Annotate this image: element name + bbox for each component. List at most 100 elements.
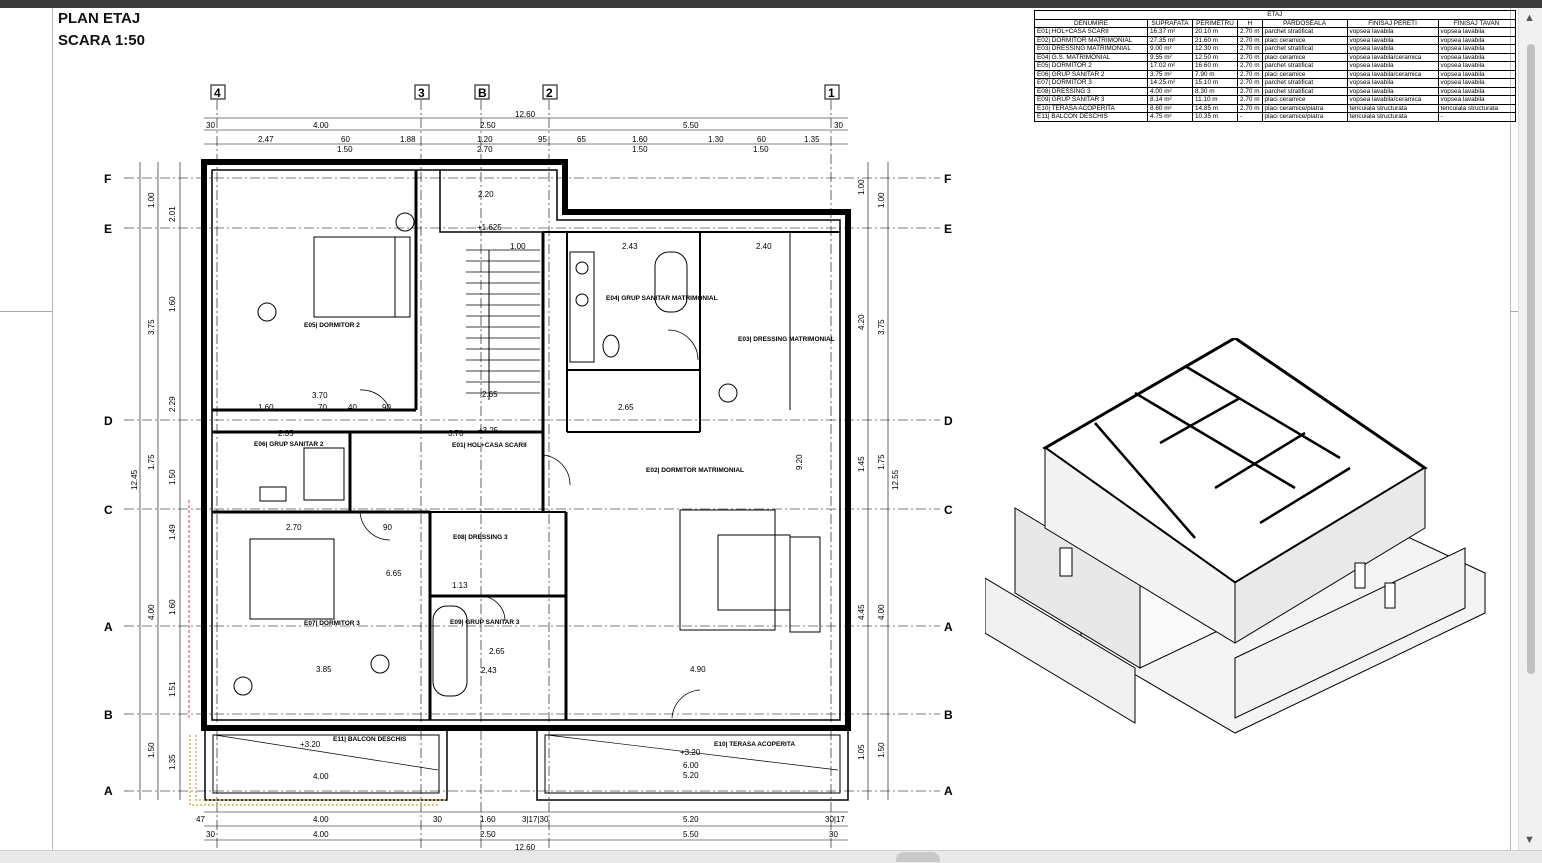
door-swing xyxy=(479,595,506,622)
dim-label: 30|17 xyxy=(825,815,845,824)
dim-label: 1.45 xyxy=(857,456,866,472)
shower xyxy=(303,447,345,501)
dim-label: 1.50 xyxy=(147,742,156,758)
room-name: E01| HOL+CASA SCARII xyxy=(452,442,527,449)
dim-label: 5.50 xyxy=(683,830,699,839)
axis-row-label: A xyxy=(104,620,113,634)
dim-label: 60 xyxy=(341,135,350,144)
interior-dim: 6.65 xyxy=(386,569,402,578)
dim-label: 4.00 xyxy=(147,604,156,620)
bed-e07 xyxy=(249,538,335,620)
axis-row-label: D xyxy=(104,414,113,428)
dim-label: 47 xyxy=(196,815,205,824)
staircase xyxy=(466,249,540,394)
dim-label: 1.20 xyxy=(477,135,493,144)
dim-label: 5.50 xyxy=(683,121,699,130)
room-dim: 2.40 xyxy=(756,242,772,251)
bottom-bar xyxy=(0,850,1542,863)
axis-row-label: F xyxy=(104,172,111,186)
interior-dim: 2.65 xyxy=(482,390,498,399)
dim-label: 1.50 xyxy=(753,145,769,154)
interior-dim: 90 xyxy=(383,523,392,532)
dim-label: 1.35 xyxy=(168,754,177,770)
dim-label: 1.75 xyxy=(877,454,886,470)
basin xyxy=(259,486,287,502)
dim-label: 1.51 xyxy=(168,681,177,697)
dim-label: 1.50 xyxy=(632,145,648,154)
door-swing xyxy=(542,454,571,486)
vertical-scrollbar[interactable]: ▲ ▼ xyxy=(1518,8,1542,850)
interior-dim: 40 xyxy=(348,403,357,412)
dim-label: 1.60 xyxy=(168,296,177,312)
axis-column-label: 4 xyxy=(214,86,221,100)
room-dim: 6.00 xyxy=(683,761,699,770)
dim-label: 30 xyxy=(206,830,215,839)
dim-label: 5.20 xyxy=(683,815,699,824)
dim-label: 60 xyxy=(757,135,766,144)
dim-label: 1.00 xyxy=(147,192,156,208)
bottom-pill xyxy=(896,852,940,862)
interior-dim: 1.00 xyxy=(510,242,526,251)
interior-dim: 70 xyxy=(318,403,327,412)
dim-label: 1.50 xyxy=(168,469,177,485)
interior-dim: 5.20 xyxy=(683,771,699,780)
dim-label: 4.00 xyxy=(313,830,329,839)
room-name: E02| DORMITOR MATRIMONIAL xyxy=(646,467,744,474)
axis-row-label-right: C xyxy=(944,503,953,517)
dim-chain-right xyxy=(867,162,889,800)
sink xyxy=(575,293,589,307)
scrollbar-thumb[interactable] xyxy=(1527,44,1535,674)
interior-dim: 1.60 xyxy=(258,403,274,412)
dim-label: 2.01 xyxy=(168,206,177,222)
room-name: E03| DRESSING MATRIMONIAL xyxy=(738,336,835,343)
dim-label: 1.00 xyxy=(857,179,866,195)
dim-label: 1.60 xyxy=(480,815,496,824)
dim-label: 4.45 xyxy=(857,604,866,620)
interior-dim: 9.20 xyxy=(795,454,804,470)
level-mark: +1.625 xyxy=(477,223,502,232)
sink xyxy=(575,261,589,275)
axis-row-label-right: F xyxy=(944,172,951,186)
axis-column-label: B xyxy=(478,86,487,100)
room-name: E11| BALCON DESCHIS xyxy=(333,736,407,743)
door-swing xyxy=(667,329,699,361)
dim-label: 3.75 xyxy=(147,319,156,335)
axis-row-label: C xyxy=(104,503,113,517)
scroll-up-icon[interactable]: ▲ xyxy=(1524,12,1535,24)
dim-total-top: 12.60 xyxy=(515,110,536,119)
pillow xyxy=(394,236,411,318)
axis-row-label-right: D xyxy=(944,414,953,428)
interior-dim: 3.70 xyxy=(448,429,464,438)
toilet xyxy=(602,334,620,358)
bed-e02-sheet xyxy=(717,534,791,611)
dim-label: 30 xyxy=(433,815,442,824)
chair xyxy=(718,383,738,403)
room-name: E09| GRUP SANITAR 3 xyxy=(450,619,520,626)
interior-dim: 2.65 xyxy=(618,403,634,412)
dim-label: 2.47 xyxy=(258,135,274,144)
dim-label: 4.00 xyxy=(877,604,886,620)
dim-label: 95 xyxy=(538,135,547,144)
dim-label: 3|17|30 xyxy=(522,815,549,824)
axis-row-label: E xyxy=(104,222,112,236)
level-mark: +3.20 xyxy=(300,740,321,749)
axis-column-label: 2 xyxy=(546,86,553,100)
balcony-inner xyxy=(212,734,440,794)
dim-label: 1.50 xyxy=(337,145,353,154)
dim-label: 2.70 xyxy=(477,145,493,154)
room-name: E08| DRESSING 3 xyxy=(453,534,508,541)
room-dim: 2.35 xyxy=(278,429,294,438)
dim-label: 4.00 xyxy=(313,121,329,130)
room-dim: 2.43 xyxy=(481,666,497,675)
bed-e02 xyxy=(679,509,776,631)
room-name: E07| DORMITOR 3 xyxy=(304,620,360,627)
room-dim: 3.85 xyxy=(316,665,332,674)
scroll-down-icon[interactable]: ▼ xyxy=(1524,834,1535,846)
bathtub-e04 xyxy=(654,251,688,313)
chair xyxy=(370,654,390,674)
bed-e05 xyxy=(313,236,411,318)
dim-label: 2.50 xyxy=(480,830,496,839)
room-dim: 2.43 xyxy=(622,242,638,251)
axis-column-label: 3 xyxy=(418,86,425,100)
axis-row-label-right: A xyxy=(944,784,953,798)
